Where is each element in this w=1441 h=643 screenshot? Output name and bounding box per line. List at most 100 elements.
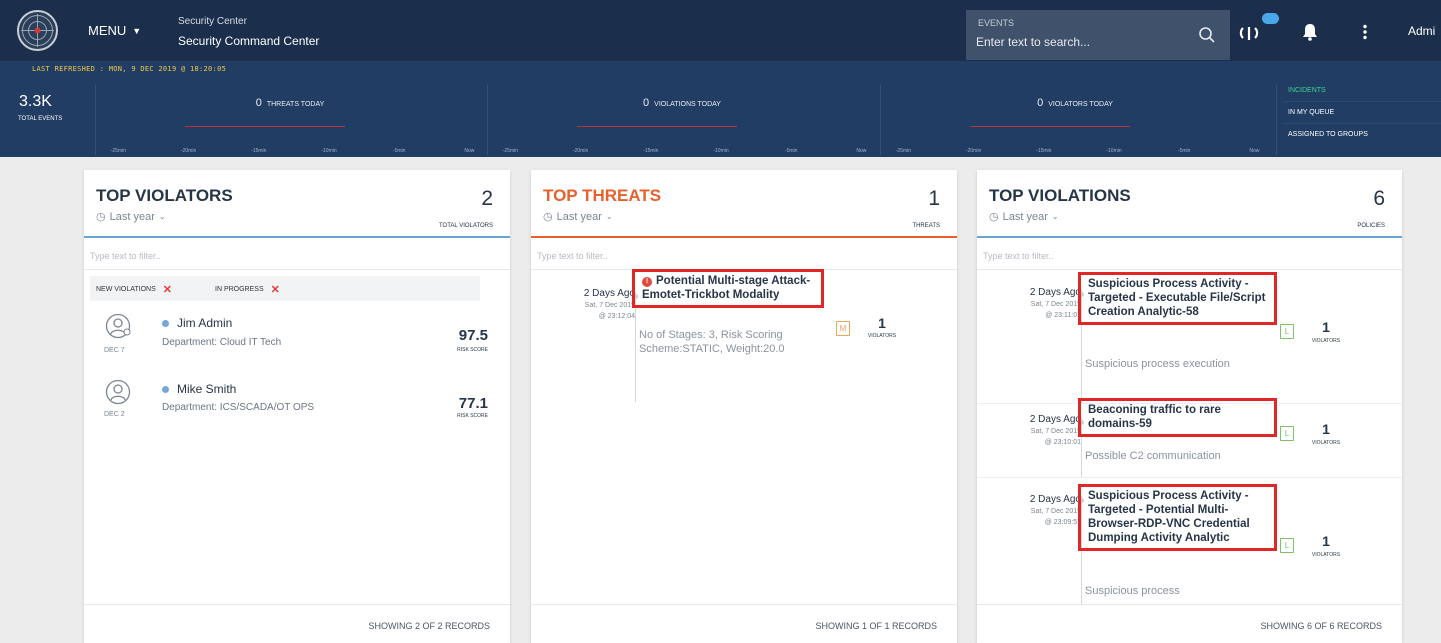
risk-score: 97.5 [458,327,488,344]
tick-label: Now [856,148,867,154]
tick-label: -15min [1036,148,1052,154]
event-date: Sat, 7 Dec 2019 [584,302,635,309]
period-selector[interactable]: ◷ Last year ⌄ [543,210,613,224]
violation-title[interactable]: Suspicious Process Activity - Targeted -… [1078,272,1277,325]
period-label: Last year [109,210,155,223]
event-date: Sat, 7 Dec 2019 [1030,301,1081,308]
stats-strip: LAST REFRESHED : MON, 9 DEC 2019 @ 18:20… [0,61,1441,157]
history-icon: ◷ [989,211,999,223]
threats-count-label: THREATS [912,223,940,229]
filter-input[interactable] [983,248,1396,264]
records-count: SHOWING 1 OF 1 RECORDS [815,621,937,631]
violators-count: 2 [481,187,493,210]
tick-label: -20min [572,148,589,154]
last-refreshed: LAST REFRESHED : MON, 9 DEC 2019 @ 18:20… [32,65,227,73]
tick-label: -5min [1177,148,1191,154]
filter-input[interactable] [537,248,951,264]
threats-today-label: THREATS TODAY [266,101,325,108]
violation-title[interactable]: Suspicious Process Activity - Targeted -… [1078,484,1277,551]
user-menu[interactable]: Admi [1408,24,1435,38]
threat-row[interactable]: 2 Days Ago Sat, 7 Dec 2019 @ 23:12:04 ! P… [531,269,957,405]
period-selector[interactable]: ◷ Last year ⌄ [989,210,1059,224]
records-count: SHOWING 6 OF 6 RECORDS [1260,621,1382,631]
violation-row[interactable]: 2 Days Ago Sat, 7 Dec 2019 @ 23:09:57 Su… [977,478,1402,604]
history-icon: ◷ [96,211,106,223]
tick-label: Now [1249,148,1260,154]
menu-button[interactable]: MENU ▼ [88,23,141,38]
severity-badge: L [1280,426,1294,441]
chevron-down-icon: ⌄ [1051,212,1059,221]
risk-score: 77.1 [458,395,488,412]
more-vertical-icon[interactable] [1353,20,1377,44]
tick-label: -25min [895,148,912,154]
violator-date: DEC 7 [104,347,125,354]
segment-divider [1276,85,1277,155]
threat-title[interactable]: ! Potential Multi-stage Attack-Emotet-Tri… [632,269,824,308]
violation-title[interactable]: Beaconing traffic to rare domains-59 [1078,398,1277,437]
time-ago: 2 Days Ago [583,288,635,299]
incidents-in-my-queue[interactable]: IN MY QUEUE [1288,109,1334,116]
incidents-title[interactable]: INCIDENTS [1288,87,1326,94]
chevron-down-icon: ⌄ [158,212,166,221]
card-divider [84,236,510,238]
period-label: Last year [1002,210,1048,223]
close-icon[interactable]: ✕ [271,283,280,296]
tick-label: -5min [392,148,406,154]
bell-icon[interactable] [1298,20,1322,44]
app-subtitle: Security Center [178,16,247,27]
violator-name[interactable]: Mike Smith [177,382,236,396]
threats-trend-line [185,126,345,127]
tick-label: -25min [502,148,519,154]
violator-name[interactable]: Jim Admin [177,316,232,330]
divider [84,269,510,270]
search-label: EVENTS [978,18,1015,28]
total-events-label: TOTAL EVENTS [18,116,63,122]
status-dot [162,320,169,327]
card-footer: SHOWING 6 OF 6 RECORDS [977,604,1402,643]
violator-department: Department: Cloud IT Tech [162,337,282,348]
timeline-line [635,292,636,402]
violation-description: Suspicious process [1085,585,1180,597]
records-count: SHOWING 2 OF 2 RECORDS [368,621,490,631]
violators-today[interactable]: 0 VIOLATORS TODAY [880,97,1270,109]
chip-label: IN PROGRESS [215,286,264,293]
violations-today[interactable]: 0 VIOLATIONS TODAY [487,97,877,109]
violator-row[interactable]: DEC 2 Mike Smith Department: ICS/SCADA/O… [84,379,510,439]
violators-count: 1 [878,315,886,331]
search-input[interactable] [976,31,1186,53]
period-selector[interactable]: ◷ Last year ⌄ [96,210,166,224]
violators-today-label: VIOLATORS TODAY [1048,101,1113,108]
time-ago: 2 Days Ago [1029,414,1081,425]
violator-row[interactable]: DEC 7 Jim Admin Department: Cloud IT Tec… [84,313,510,373]
violators-today-value: 0 [1037,97,1044,109]
radar-logo-icon[interactable] [17,10,58,51]
violations-trend-line [577,126,737,127]
threats-count: 1 [928,187,940,210]
incidents-assigned-to-groups[interactable]: ASSIGNED TO GROUPS [1288,131,1368,138]
violation-row[interactable]: 2 Days Ago Sat, 7 Dec 2019 @ 23:10:01 Be… [977,398,1402,477]
event-date: Sat, 7 Dec 2019 [1030,508,1081,515]
violation-row[interactable]: 2 Days Ago Sat, 7 Dec 2019 @ 23:11:07 Su… [977,272,1402,404]
segment-divider [880,85,881,155]
filter-chips: NEW VIOLATIONS ✕ IN PROGRESS ✕ [90,276,480,301]
filter-input[interactable] [90,248,504,264]
divider [977,269,1402,270]
tick-label: -10min [321,148,337,154]
risk-score-label: RISK SCORE [457,413,488,419]
top-header: MENU ▼ Security Center Security Command … [0,0,1441,61]
card-title: TOP VIOLATIONS [989,186,1131,205]
threats-today[interactable]: 0 THREATS TODAY [95,97,485,109]
menu-label: MENU [88,23,127,38]
chip-in-progress: IN PROGRESS ✕ [215,283,280,296]
close-icon[interactable]: ✕ [163,283,172,296]
app-title[interactable]: Security Command Center [178,34,319,48]
violators-count: 1 [1322,421,1330,437]
search-icon[interactable] [1198,26,1216,44]
violators-count: 1 [1322,533,1330,549]
top-violations-card: TOP VIOLATIONS ◷ Last year ⌄ 6 POLICIES … [977,170,1402,643]
policies-count: 6 [1373,187,1385,210]
violations-today-value: 0 [643,97,650,109]
violators-label: VIOLATORS [867,333,897,339]
cloud-connector-icon[interactable] [1238,20,1262,44]
total-events-value[interactable]: 3.3K [19,93,52,111]
